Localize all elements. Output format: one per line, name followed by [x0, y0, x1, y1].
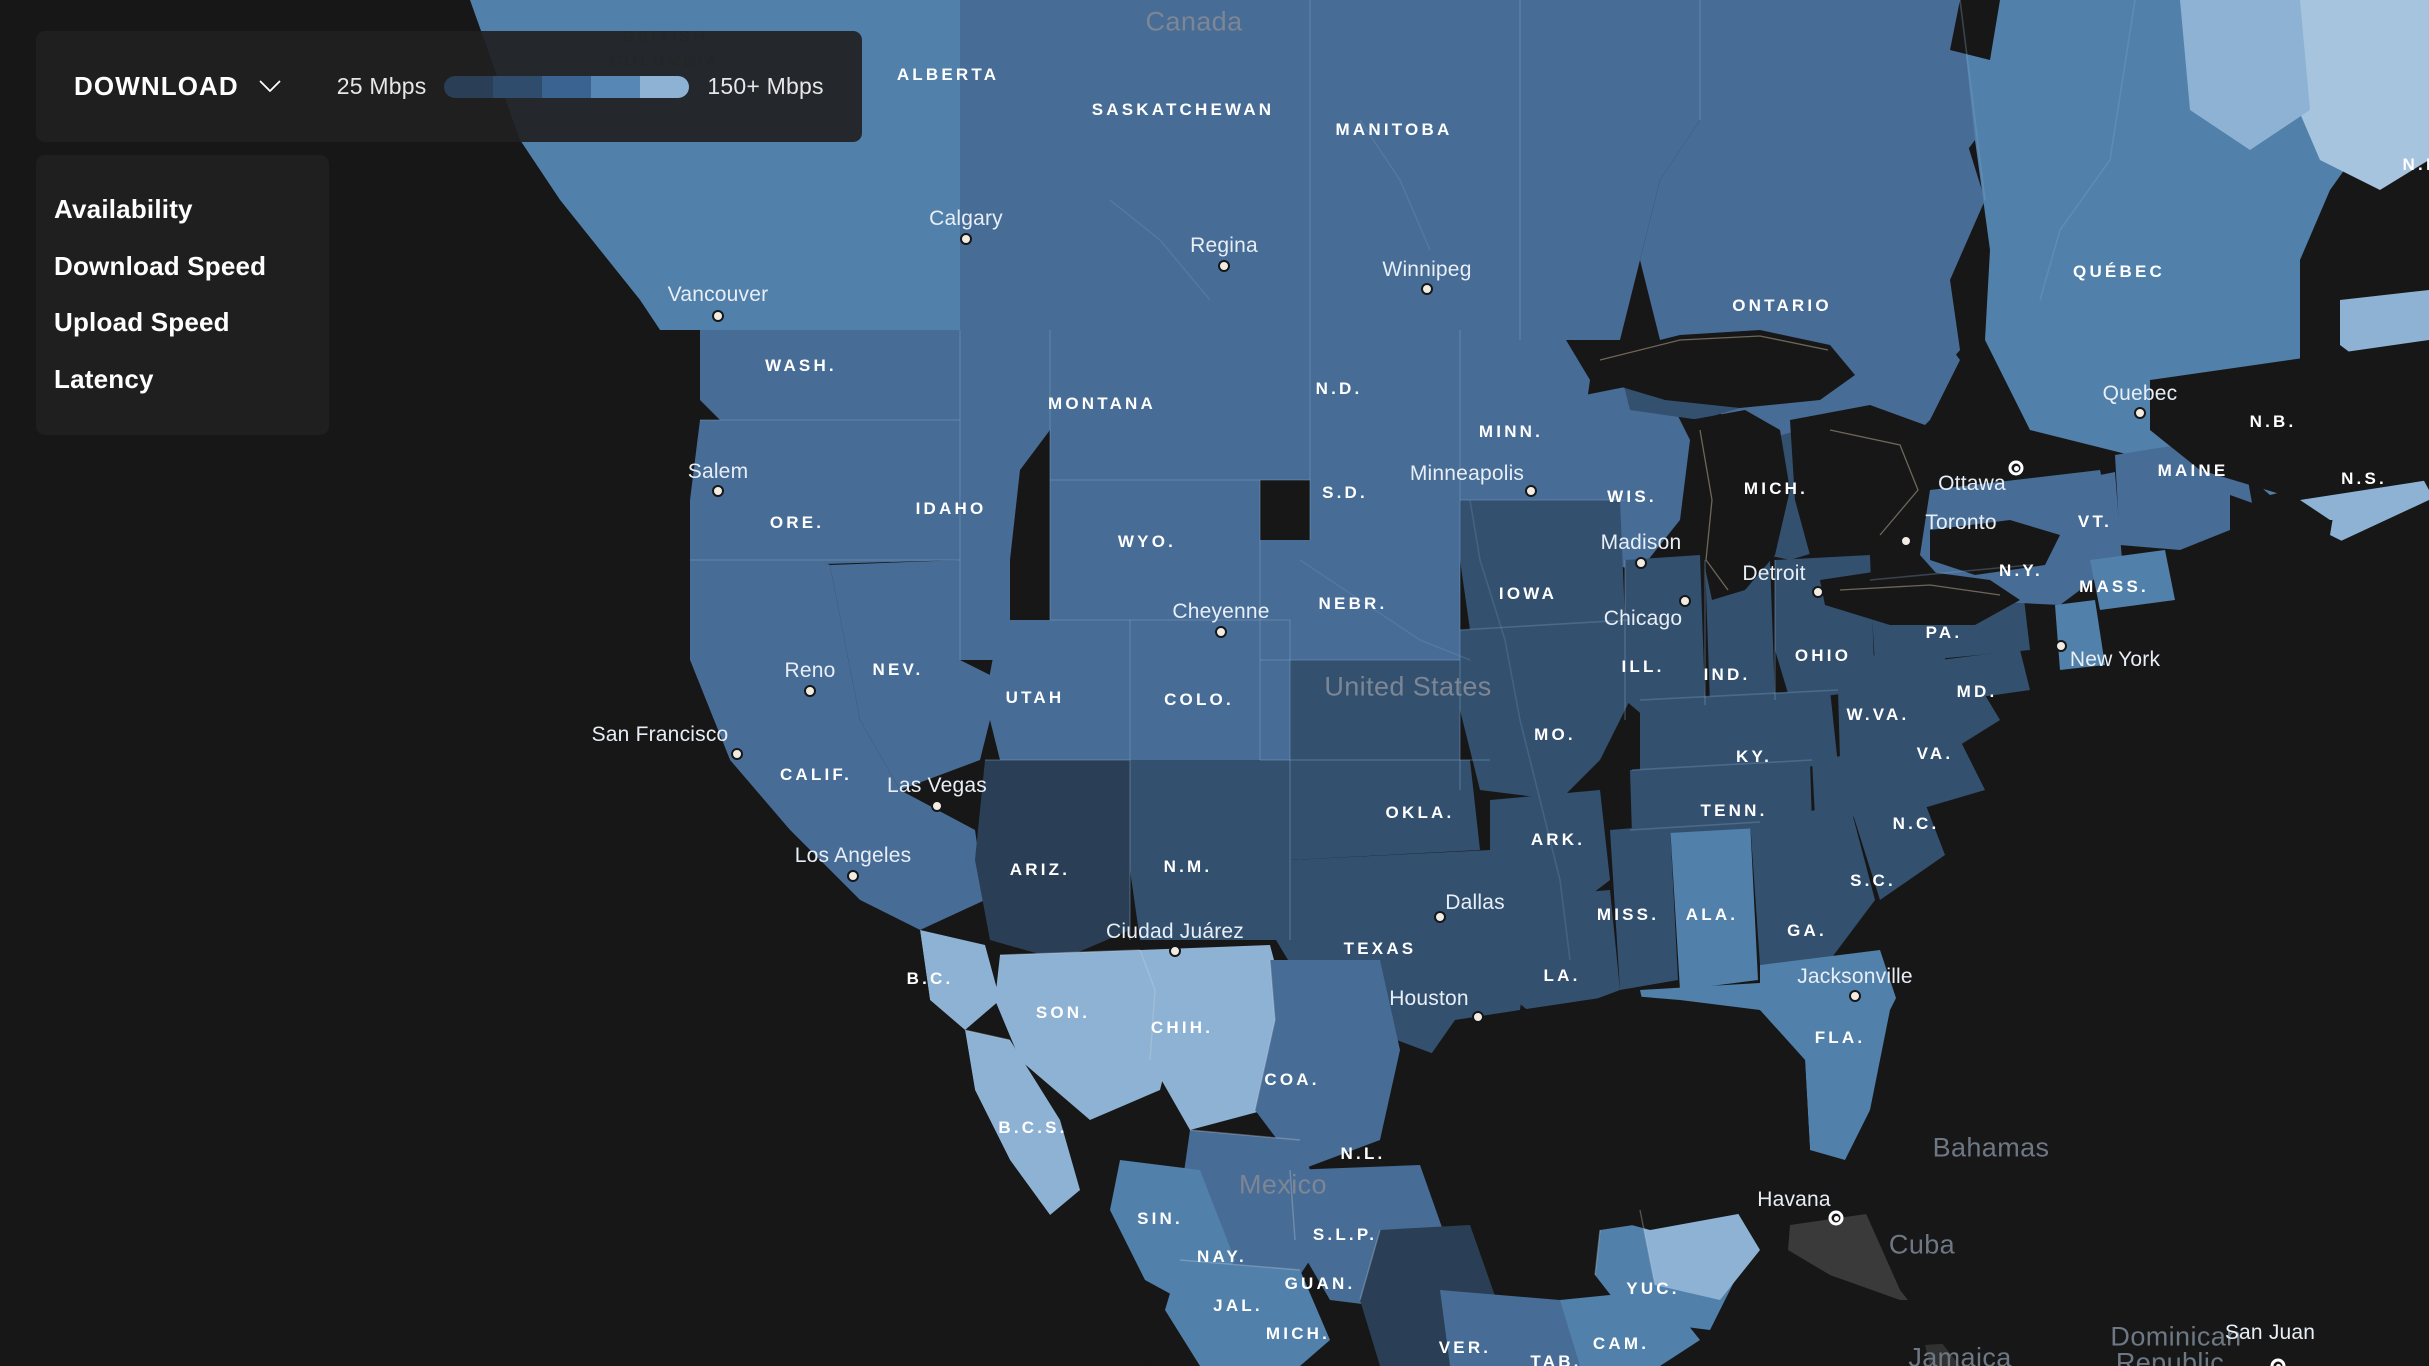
- speed-scale: 25 Mbps 150+ Mbps: [337, 73, 824, 100]
- legend-panel: DOWNLOAD 25 Mbps 150+ Mbps: [36, 31, 862, 142]
- dropdown-item-latency[interactable]: Latency: [36, 351, 329, 408]
- choropleth-map[interactable]: .b0{fill:#2a3e55}.b1{fill:#33506f}.b2{fi…: [0, 0, 2429, 1366]
- scale-segment-1: [493, 75, 543, 98]
- metric-label: DOWNLOAD: [74, 71, 239, 101]
- speed-map-app: .b0{fill:#2a3e55}.b1{fill:#33506f}.b2{fi…: [0, 0, 2429, 1366]
- scale-min-label: 25 Mbps: [336, 73, 427, 99]
- scale-gradient-bar: [444, 75, 690, 98]
- scale-segment-0: [444, 75, 494, 98]
- dropdown-item-availability[interactable]: Availability: [36, 181, 329, 238]
- chevron-down-icon: [259, 80, 281, 93]
- dropdown-item-upload-speed[interactable]: Upload Speed: [36, 294, 329, 351]
- metric-dropdown-menu[interactable]: Availability Download Speed Upload Speed La…: [36, 155, 329, 436]
- metric-selector-button[interactable]: DOWNLOAD: [74, 71, 281, 102]
- dropdown-item-download-speed[interactable]: Download Speed: [36, 238, 329, 295]
- scale-segment-2: [542, 75, 592, 98]
- scale-max-label: 150+ Mbps: [707, 73, 824, 99]
- scale-segment-4: [640, 75, 690, 98]
- scale-segment-3: [591, 75, 641, 98]
